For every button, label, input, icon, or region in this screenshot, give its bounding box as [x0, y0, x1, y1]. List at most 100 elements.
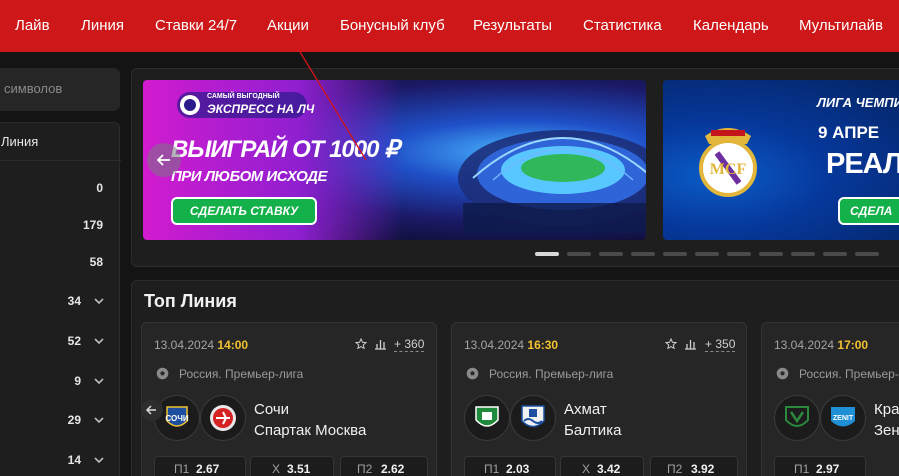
- carousel-dot[interactable]: [855, 252, 879, 256]
- odds-draw-button[interactable]: Х 3.42: [560, 456, 644, 476]
- sidebar-item[interactable]: 179: [0, 216, 121, 236]
- sidebar-item[interactable]: 14: [0, 451, 121, 471]
- promo-banner-express[interactable]: САМЫЙ ВЫГОДНЫЙ ЭКСПРЕСС НА ЛЧ ВЫИГРАЙ ОТ…: [143, 80, 646, 240]
- nav-live[interactable]: Лайв: [15, 0, 50, 52]
- sidebar-item-count: 29: [67, 413, 81, 427]
- top-nav: Лайв Линия Ставки 24/7 Акции Бонусный кл…: [0, 0, 899, 52]
- banner2-bet-button[interactable]: СДЕЛА: [838, 197, 899, 225]
- match-card[interactable]: 13.04.2024 16:30 + 350 Россия. Премьер-л…: [451, 322, 747, 476]
- promo-banner-real[interactable]: MCF ЛИГА ЧЕМПИО 9 АПРЕ РЕАЛ – СДЕЛА: [663, 80, 899, 240]
- match-card[interactable]: 13.04.2024 14:00 + 360 Россия. Премьер-л…: [141, 322, 437, 476]
- odds-label: Х: [272, 462, 281, 476]
- odds-home-button[interactable]: П1 2.97: [774, 456, 866, 476]
- topline-prev-button[interactable]: [141, 399, 163, 421]
- arrow-left-icon: [145, 405, 156, 415]
- more-markets-link[interactable]: + 350: [705, 337, 736, 352]
- soccer-ball-icon: [466, 367, 479, 380]
- carousel-prev-button[interactable]: [147, 143, 181, 177]
- chevron-down-icon[interactable]: [93, 375, 105, 387]
- sidebar-header: Линия: [1, 134, 39, 149]
- odds-label: П1: [484, 462, 500, 476]
- carousel-dot[interactable]: [567, 252, 591, 256]
- team-home: Кра: [874, 401, 899, 418]
- sidebar-item-count: 34: [67, 294, 81, 308]
- team-home: Ахмат: [564, 401, 607, 418]
- team-away: Спартак Москва: [254, 422, 367, 439]
- place-bet-button[interactable]: СДЕЛАТЬ СТАВКУ: [171, 197, 317, 225]
- more-markets-link[interactable]: + 360: [394, 337, 425, 352]
- chevron-down-icon[interactable]: [93, 295, 105, 307]
- team-away: Зен: [874, 422, 899, 439]
- sidebar-item[interactable]: 34: [0, 292, 121, 312]
- stadium-image: [458, 130, 646, 233]
- carousel-dot[interactable]: [695, 252, 719, 256]
- stats-icon[interactable]: [684, 337, 697, 350]
- stats-icon[interactable]: [374, 337, 387, 350]
- odds-value: 2.62: [381, 462, 405, 476]
- star-icon[interactable]: [665, 338, 677, 350]
- odds-label: Х: [582, 462, 591, 476]
- nav-bets-24-7[interactable]: Ставки 24/7: [155, 0, 237, 52]
- real-madrid-crest-icon: MCF: [699, 128, 757, 197]
- svg-text:СОЧИ: СОЧИ: [165, 414, 188, 423]
- soccer-ball-icon: [156, 367, 169, 380]
- odds-label: П1: [794, 462, 810, 476]
- odds-home-button[interactable]: П1 2.67: [154, 456, 246, 476]
- chevron-down-icon[interactable]: [93, 454, 105, 466]
- sidebar-item[interactable]: 58: [0, 253, 121, 273]
- nav-line[interactable]: Линия: [81, 0, 124, 52]
- sidebar-item[interactable]: 0: [0, 179, 121, 199]
- odds-value: 2.67: [196, 462, 220, 476]
- match-time: 16:30: [527, 338, 559, 352]
- nav-bonus-club[interactable]: Бонусный клуб: [340, 0, 445, 52]
- odds-home-button[interactable]: П1 2.03: [464, 456, 556, 476]
- match-time: 14:00: [217, 338, 249, 352]
- sidebar-item[interactable]: 9: [0, 372, 121, 392]
- carousel-dot[interactable]: [599, 252, 623, 256]
- match-datetime: 13.04.2024 14:00: [154, 338, 248, 352]
- carousel-dot[interactable]: [791, 252, 815, 256]
- section-title: Топ Линия: [144, 291, 237, 311]
- nav-statistics[interactable]: Статистика: [583, 0, 662, 52]
- sidebar-search-input[interactable]: символов: [0, 68, 120, 111]
- sidebar-item-count: 52: [67, 334, 81, 348]
- odds-draw-button[interactable]: Х 3.51: [250, 456, 334, 476]
- carousel-dot[interactable]: [535, 252, 559, 256]
- carousel-dot[interactable]: [663, 252, 687, 256]
- match-card[interactable]: 13.04.2024 17:00 Россия. Премьер-лига ZE…: [761, 322, 899, 476]
- sidebar-item[interactable]: 52: [0, 332, 121, 352]
- star-icon[interactable]: [355, 338, 367, 350]
- odds-value: 3.51: [287, 462, 311, 476]
- sochi-logo-icon: СОЧИ: [165, 406, 189, 427]
- badge-main-text: ЭКСПРЕСС НА ЛЧ: [207, 102, 315, 116]
- carousel-dot[interactable]: [759, 252, 783, 256]
- carousel-dot[interactable]: [823, 252, 847, 256]
- banner2-line2: 9 АПРЕ: [818, 123, 880, 142]
- odds-value: 3.42: [597, 462, 621, 476]
- odds-label: П1: [174, 462, 190, 476]
- banner-headline: ВЫИГРАЙ ОТ 1000 ₽: [171, 136, 399, 163]
- odds-value: 2.03: [506, 462, 530, 476]
- banner2-line3: РЕАЛ –: [826, 148, 899, 180]
- nav-results[interactable]: Результаты: [473, 0, 552, 52]
- odds-away-button[interactable]: П2 3.92: [650, 456, 738, 476]
- odds-away-button[interactable]: П2 2.62: [340, 456, 428, 476]
- sidebar-item[interactable]: 29: [0, 411, 121, 431]
- team-logo-spartak: [200, 395, 246, 441]
- nav-promotions[interactable]: Акции: [267, 0, 309, 52]
- nav-calendar[interactable]: Календарь: [693, 0, 769, 52]
- chevron-down-icon[interactable]: [93, 335, 105, 347]
- sidebar-item-count: 9: [74, 374, 81, 388]
- carousel-dot[interactable]: [631, 252, 655, 256]
- odds-value: 3.92: [691, 462, 715, 476]
- odds-value: 2.97: [816, 462, 840, 476]
- chevron-down-icon[interactable]: [93, 414, 105, 426]
- carousel-dot[interactable]: [727, 252, 751, 256]
- nav-multilive[interactable]: Мультилайв: [799, 0, 883, 52]
- sidebar-divider: [0, 160, 121, 161]
- badge-small-text: САМЫЙ ВЫГОДНЫЙ: [207, 93, 280, 100]
- match-date: 13.04.2024: [774, 338, 835, 352]
- match-time: 17:00: [837, 338, 869, 352]
- sidebar-item-count: 179: [82, 218, 103, 232]
- arrow-left-icon: [156, 154, 170, 166]
